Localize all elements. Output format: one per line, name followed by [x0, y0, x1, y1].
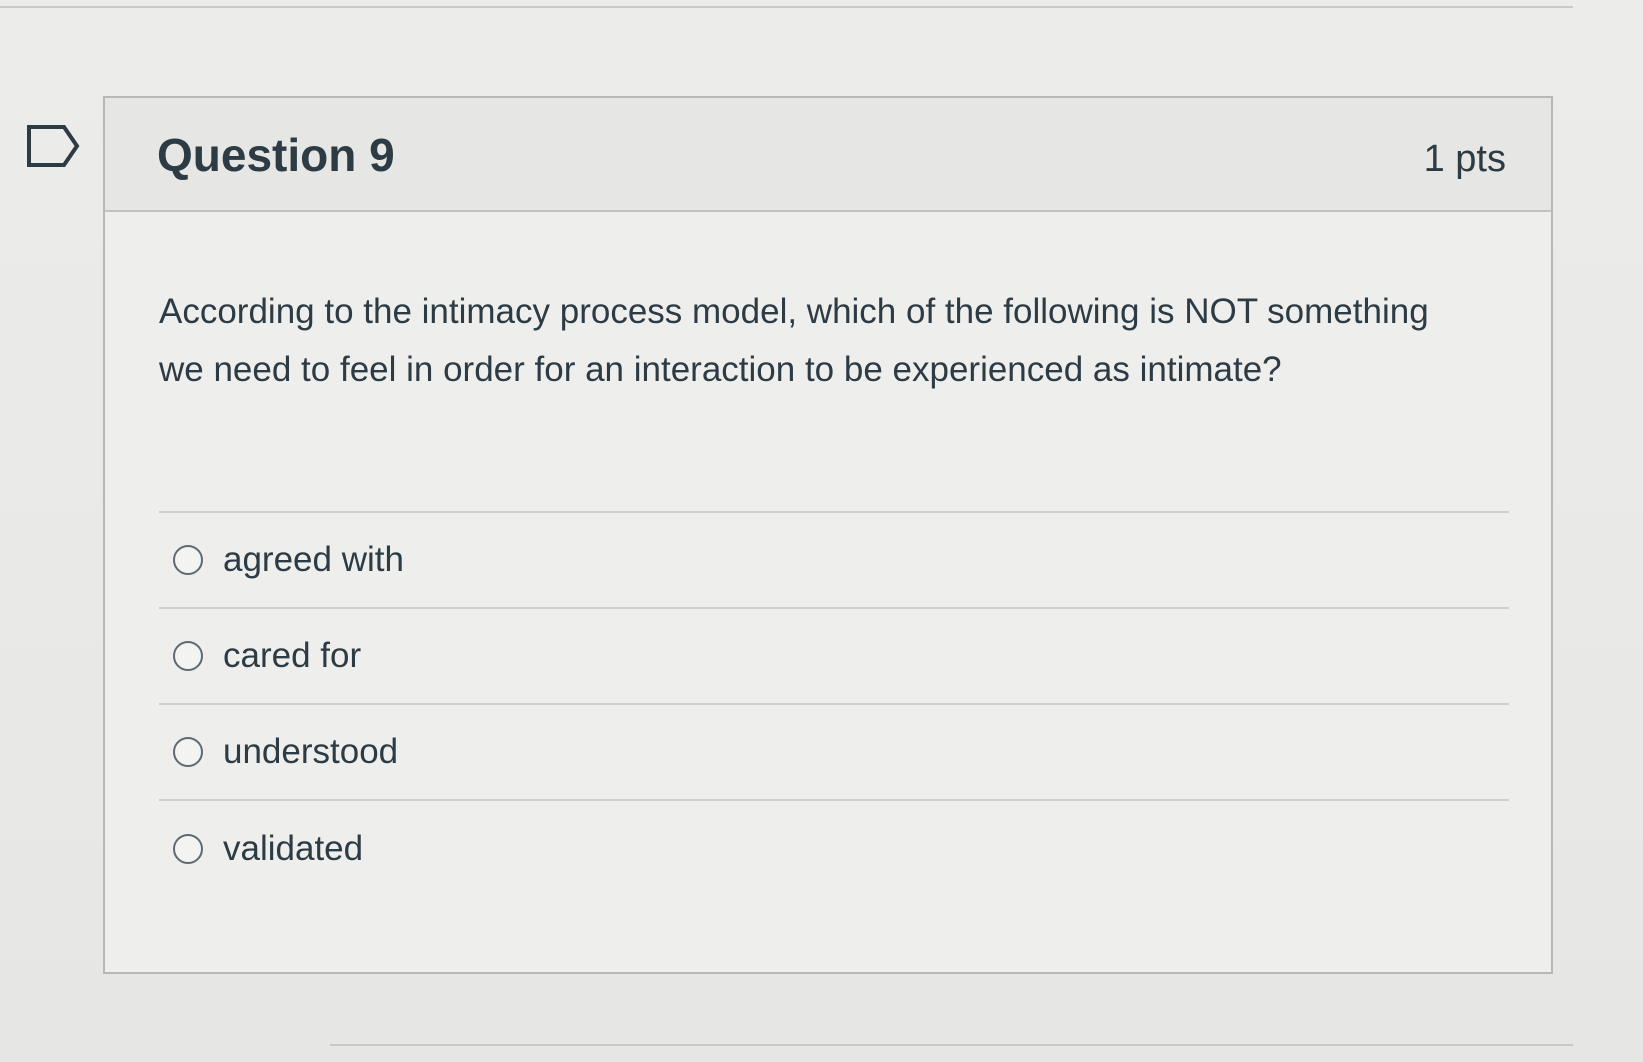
question-points: 1 pts	[1423, 138, 1506, 180]
question-card: Question 9 1 pts According to the intima…	[103, 96, 1553, 974]
question-header: Question 9 1 pts	[105, 98, 1551, 212]
next-card-edge	[330, 1044, 1573, 1046]
radio-button[interactable]	[173, 737, 203, 767]
answer-option-validated[interactable]: validated	[159, 801, 1509, 897]
answer-option-cared-for[interactable]: cared for	[159, 609, 1509, 705]
answer-label: cared for	[223, 636, 362, 675]
answer-list: agreed with cared for understood validat…	[159, 511, 1509, 897]
answer-option-understood[interactable]: understood	[159, 705, 1509, 801]
answer-label: understood	[223, 732, 399, 771]
radio-button[interactable]	[173, 641, 203, 671]
previous-card-edge	[0, 0, 1573, 8]
answer-label: agreed with	[223, 540, 404, 579]
radio-button[interactable]	[173, 545, 203, 575]
question-title: Question 9	[157, 129, 395, 181]
answer-label: validated	[223, 829, 364, 868]
answer-option-agreed-with[interactable]: agreed with	[159, 513, 1509, 609]
question-text: According to the intimacy process model,…	[159, 292, 1429, 389]
flag-question-icon[interactable]	[26, 124, 80, 168]
radio-button[interactable]	[173, 834, 203, 864]
